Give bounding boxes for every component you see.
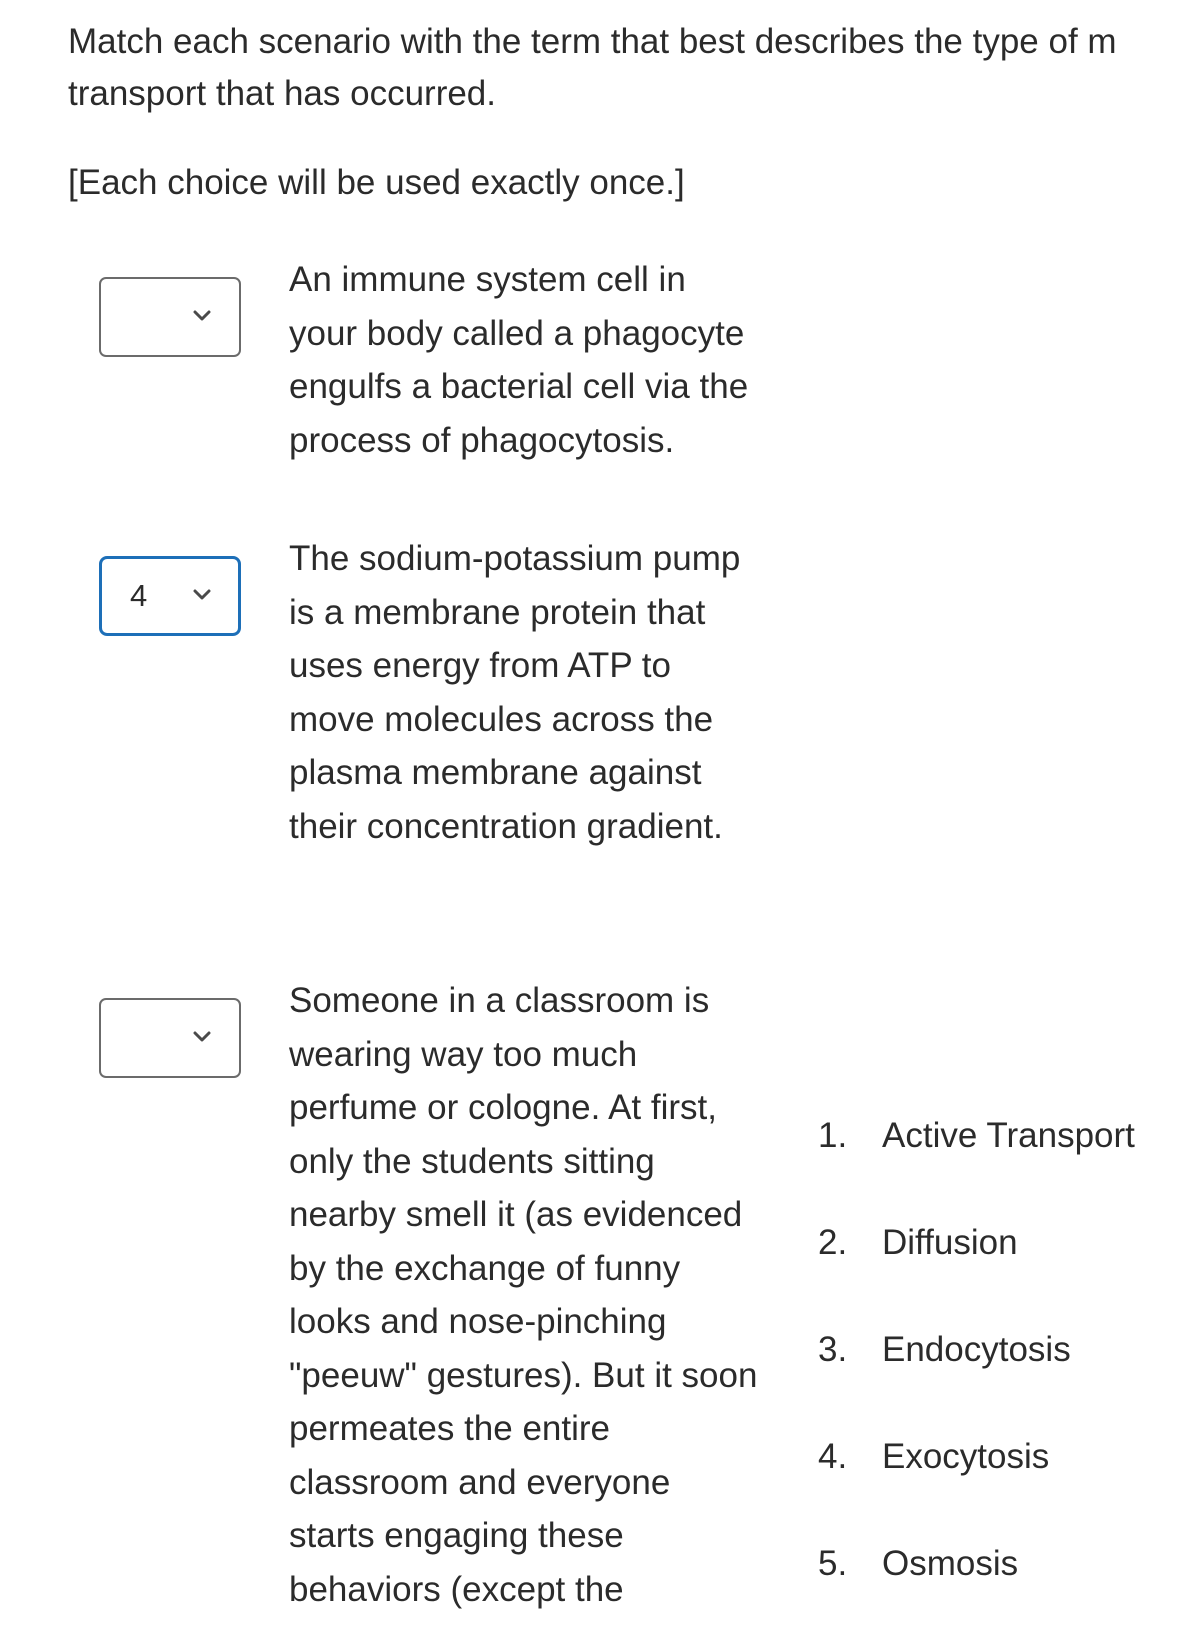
- chevron-down-icon: [193, 1031, 211, 1043]
- choice-item: 4. Exocytosis: [818, 1431, 1135, 1538]
- choice-number: 5.: [818, 1544, 848, 1583]
- choice-number: 4.: [818, 1437, 848, 1476]
- choice-number: 1.: [818, 1116, 848, 1155]
- prompt-line-1: Match each scenario with the term that b…: [68, 22, 1117, 61]
- choice-item: 2. Diffusion: [818, 1217, 1135, 1324]
- prompt-line-2: transport that has occurred.: [68, 74, 496, 113]
- question-prompt: Match each scenario with the term that b…: [68, 16, 1200, 209]
- select-value: 4: [130, 578, 148, 613]
- choice-label: Diffusion: [882, 1223, 1018, 1262]
- choice-label: Active Transport: [882, 1116, 1135, 1155]
- answer-select[interactable]: [99, 277, 241, 357]
- choice-item: 1. Active Transport: [818, 1110, 1135, 1217]
- answer-select[interactable]: [99, 998, 241, 1078]
- chevron-down-icon: [193, 589, 211, 601]
- choice-number: 2.: [818, 1223, 848, 1262]
- scenario-text: An immune system cell in your body calle…: [289, 260, 749, 460]
- choice-item: 3. Endocytosis: [818, 1324, 1135, 1431]
- prompt-note: [Each choice will be used exactly once.]: [68, 163, 685, 202]
- scenario-text: The sodium-potassium pump is a membrane …: [289, 539, 741, 846]
- choice-number: 3.: [818, 1330, 848, 1369]
- choices-list: 1. Active Transport 2. Diffusion 3. Endocyt…: [818, 1110, 1135, 1645]
- choice-label: Exocytosis: [882, 1437, 1050, 1476]
- choice-item: 5. Osmosis: [818, 1538, 1135, 1645]
- chevron-down-icon: [193, 310, 211, 322]
- answer-select[interactable]: 4: [99, 556, 241, 636]
- choice-label: Endocytosis: [882, 1330, 1071, 1369]
- choice-label: Osmosis: [882, 1544, 1019, 1583]
- scenario-text: Someone in a classroom is wearing way to…: [289, 981, 758, 1609]
